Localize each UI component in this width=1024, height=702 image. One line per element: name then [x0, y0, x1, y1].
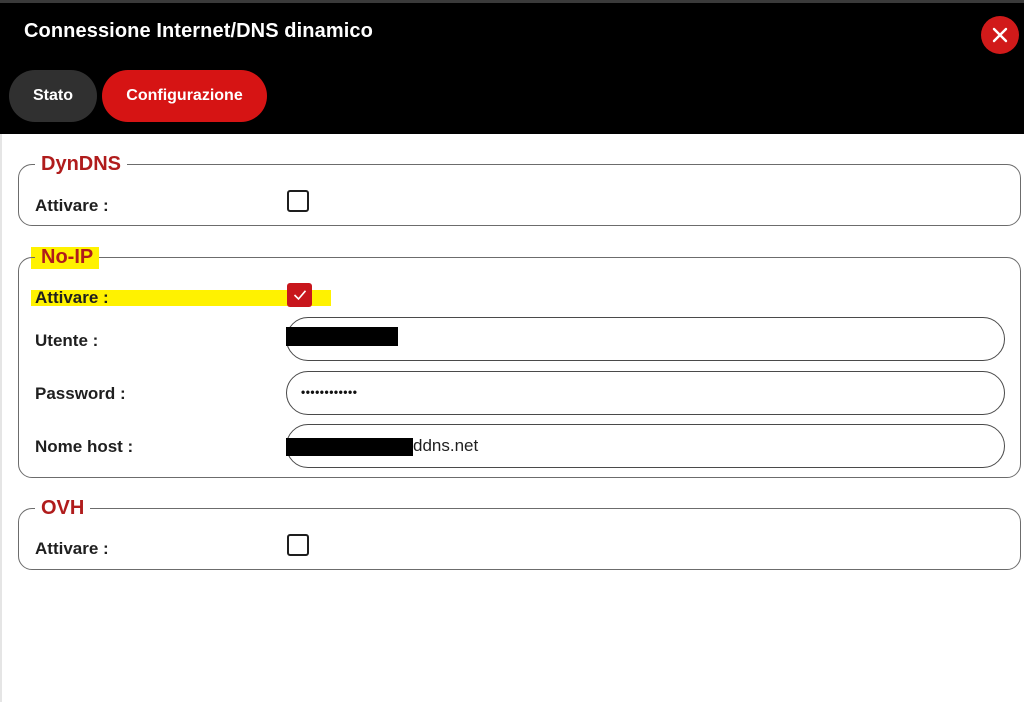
close-button[interactable] [981, 16, 1019, 54]
left-edge-rule [0, 134, 2, 702]
tab-configurazione-label: Configurazione [126, 87, 243, 104]
dialog-title: Connessione Internet/DNS dinamico [24, 20, 373, 42]
noip-password-input[interactable]: •••••••••••• [286, 371, 1005, 415]
noip-user-label: Utente : [35, 331, 99, 350]
dialog-header: Connessione Internet/DNS dinamico Stato … [0, 0, 1024, 134]
noip-hostname-label: Nome host : [35, 437, 134, 456]
noip-activate-label: Attivare : [35, 288, 109, 307]
dyndns-activate-checkbox[interactable] [287, 190, 309, 212]
tab-configurazione[interactable]: Configurazione [102, 70, 267, 122]
ovh-activate-label: Attivare : [35, 539, 109, 558]
checkmark-icon [293, 290, 306, 301]
noip-password-label: Password : [35, 384, 126, 403]
password-value: •••••••••••• [301, 385, 358, 399]
ovh-legend: OVH [41, 497, 85, 519]
dyndns-legend: DynDNS [41, 153, 122, 175]
noip-activate-checkbox[interactable] [287, 283, 312, 307]
ovh-section: OVH [18, 497, 1021, 570]
dyndns-activate-label: Attivare : [35, 196, 109, 215]
close-icon [992, 27, 1008, 43]
top-border [0, 0, 1024, 3]
hostname-suffix: ddns.net [413, 436, 479, 455]
dyndns-section: DynDNS [18, 153, 1021, 226]
tab-stato-label: Stato [33, 87, 73, 104]
ovh-activate-checkbox[interactable] [287, 534, 309, 556]
noip-legend: No-IP [41, 246, 94, 268]
redacted-hostname [286, 438, 413, 456]
tab-stato[interactable]: Stato [9, 70, 97, 122]
redacted-username [286, 327, 398, 346]
